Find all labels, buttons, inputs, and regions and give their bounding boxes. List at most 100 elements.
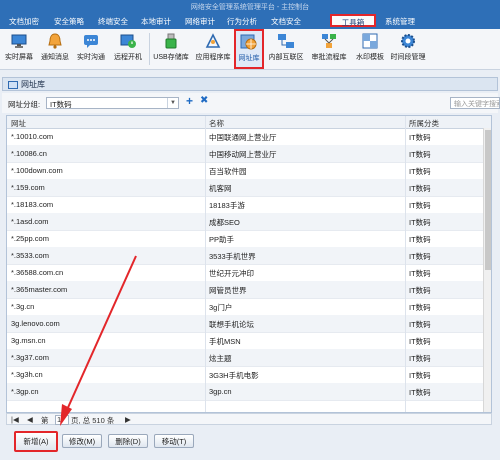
tab-network-audit[interactable]: 网络审计 [182,16,218,28]
toolbar-url-library-button[interactable]: 网址库 [234,29,264,69]
cell-category: IT数码 [409,303,431,312]
cell-name: 18183手游 [209,201,245,210]
table-row[interactable]: *.36588.com.cn 世纪开元冲印 IT数码 [7,264,483,282]
url-table: 网址 名称 所属分类 *.10010.com 中国联通网上营业厅 IT数码 *.100… [6,115,492,413]
cell-category: IT数码 [409,252,431,261]
cell-name: 手机MSN [209,337,241,346]
cell-url: *.3g37.com [11,353,49,362]
table-row[interactable]: *.365master.com 网管员世界 IT数码 [7,281,483,299]
toolbar-usb-button[interactable]: USB存储库 [152,30,190,67]
cell-url: 3g.lenovo.com [11,319,60,328]
search-input[interactable]: 输入关键字搜索 [450,97,500,109]
table-row[interactable]: *.3g3h.cn 3G3H手机电影 IT数码 [7,366,483,384]
scrollbar-thumb[interactable] [485,130,491,270]
cell-name: 网管员世界 [209,286,247,295]
table-row[interactable]: 3g.msn.cn 手机MSN IT数码 [7,332,483,350]
add-button[interactable]: 新增(A) [14,431,58,452]
toolbar-notify-button[interactable]: 通知消息 [38,30,72,67]
toolbar-time-period-button[interactable]: 时间段管理 [388,30,428,67]
pager-first-icon[interactable]: |◀ [11,415,19,424]
toolbar-watermark-button[interactable]: 水印模板 [352,30,388,67]
toolbar-realtime-screen-button[interactable]: 实时屏幕 [2,30,36,67]
add-group-icon[interactable]: + [186,94,193,108]
tab-behavior-analysis[interactable]: 行为分析 [224,16,260,28]
table-row[interactable]: *.10086.cn 中国移动网上营业厅 IT数码 [7,145,483,163]
usb-icon [165,33,177,49]
tab-local-audit[interactable]: 本地审计 [138,16,174,28]
table-row[interactable]: *.1asd.com 成都SEO IT数码 [7,213,483,231]
cell-url: *.100down.com [11,166,63,175]
table-row[interactable]: 3g.lenovo.com 联想手机论坛 IT数码 [7,315,483,333]
toolbar: 实时屏幕 通知消息 实时沟通 远程开机 USB存储库 应用程序库 网址库 内部互… [0,29,500,70]
cell-url: 3g.msn.cn [11,336,46,345]
column-divider [405,116,406,412]
cell-name: 百当软件园 [209,167,247,176]
vertical-scrollbar[interactable] [483,128,491,412]
move-button[interactable]: 移动(T) [154,434,194,448]
table-row[interactable]: *.3gp.cn 3gp.cn IT数码 [7,383,483,401]
pager-next-icon[interactable]: ▶ [125,415,131,424]
remote-power-icon [120,34,136,48]
group-label: 网址分组: [8,100,41,109]
cell-url: *.3gp.cn [11,387,39,396]
cell-url: *.159.com [11,183,45,192]
table-row[interactable]: *.3533.com 3533手机世界 IT数码 [7,247,483,265]
edit-button[interactable]: 修改(M) [62,434,102,448]
tab-security-policy[interactable]: 安全策略 [50,16,88,28]
window-title: 网络安全管理系统管理平台 - 主控制台 [190,4,310,11]
cell-url: *.365master.com [11,285,68,294]
group-select[interactable]: IT数码 ▼ [46,97,179,109]
tab-doc-encrypt[interactable]: 文档加密 [6,16,42,28]
delete-group-icon[interactable]: ✖ [200,95,208,106]
toolbar-separator [149,33,150,65]
cell-category: IT数码 [409,286,431,295]
tab-system-admin[interactable]: 系统管理 [382,16,418,28]
intranet-icon [278,34,294,48]
cell-name: 中国联通网上营业厅 [209,133,277,142]
cell-category: IT数码 [409,337,431,346]
cell-name: 中国移动网上营业厅 [209,150,277,159]
app-library-icon [205,33,221,48]
pager-prev-icon[interactable]: ◀ [27,415,33,424]
table-row[interactable]: *.100down.com 百当软件园 IT数码 [7,162,483,180]
cell-category: IT数码 [409,150,431,159]
cell-category: IT数码 [409,269,431,278]
watermark-icon [362,33,378,49]
tab-terminal-security[interactable]: 终端安全 [95,16,131,28]
tab-doc-security[interactable]: 文档安全 [268,16,304,28]
toolbar-app-library-button[interactable]: 应用程序库 [192,30,234,67]
table-row[interactable]: *.159.com 机客网 IT数码 [7,179,483,197]
toolbar-remote-power-button[interactable]: 远程开机 [110,30,146,67]
table-row[interactable]: *.10010.com 中国联通网上营业厅 IT数码 [7,128,483,146]
cell-name: 联想手机论坛 [209,320,254,329]
cell-category: IT数码 [409,371,431,380]
toolbar-approval-button[interactable]: 审批流程库 [308,30,350,67]
cell-url: *.3g.cn [11,302,35,311]
cell-name: 炫主题 [209,354,232,363]
chat-icon [84,35,98,48]
cell-name: 3533手机世界 [209,252,256,261]
panel-header: 网址库 [2,77,498,91]
cell-name: 3G3H手机电影 [209,371,259,380]
chevron-down-icon[interactable]: ▼ [167,98,178,108]
cell-name: 3g门户 [209,303,233,312]
cell-url: *.10086.cn [11,149,47,158]
bell-icon [48,33,62,49]
cell-name: 成都SEO [209,218,240,227]
cell-url: *.25pp.com [11,234,49,243]
url-library-icon [240,34,257,50]
table-row[interactable]: *.3g.cn 3g门户 IT数码 [7,298,483,316]
table-row[interactable]: *.18183.com 18183手游 IT数码 [7,196,483,214]
tab-toolbox[interactable]: 工具箱 [330,14,376,27]
cell-category: IT数码 [409,218,431,227]
table-row[interactable]: *.3g37.com 炫主题 IT数码 [7,349,483,367]
panel-title: 网址库 [21,80,45,89]
cell-name: 世纪开元冲印 [209,269,254,278]
toolbar-intranet-button[interactable]: 内部互联区 [266,30,306,67]
cell-url: *.1asd.com [11,217,49,226]
cell-url: *.3533.com [11,251,49,260]
cell-category: IT数码 [409,201,431,210]
delete-button[interactable]: 删除(D) [108,434,148,448]
table-row[interactable]: *.25pp.com PP助手 IT数码 [7,230,483,248]
toolbar-chat-button[interactable]: 实时沟通 [74,30,108,67]
